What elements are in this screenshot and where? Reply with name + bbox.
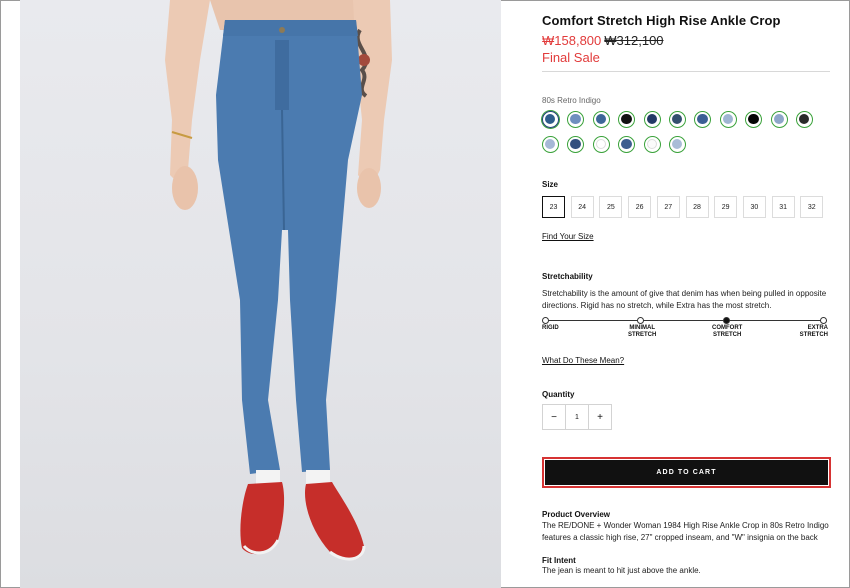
size-option-23[interactable]: 23 — [542, 196, 565, 218]
model-left-hand — [172, 166, 198, 210]
quantity-stepper: − 1 + — [542, 404, 612, 430]
color-swatch[interactable] — [643, 136, 661, 153]
tattoo-rose — [358, 54, 370, 66]
product-title: Comfort Stretch High Rise Ankle Crop — [542, 13, 781, 28]
size-option-32[interactable]: 32 — [800, 196, 824, 218]
color-swatch[interactable] — [796, 111, 813, 128]
product-overview-text: The RE/DONE + Wonder Woman 1984 High Ris… — [542, 521, 829, 542]
jeans-waistband — [223, 20, 358, 36]
stretchability-label: Stretchability — [542, 272, 593, 281]
swatch-color-fill — [773, 114, 784, 125]
size-option-30[interactable]: 30 — [742, 196, 766, 218]
color-swatch[interactable] — [542, 111, 559, 128]
what-do-these-mean-link[interactable]: What Do These Mean? — [542, 356, 624, 365]
size-option-25[interactable]: 25 — [599, 196, 623, 218]
model-illustration — [165, 0, 392, 561]
jeans-button-fly — [275, 40, 289, 110]
find-your-size-link[interactable]: Find Your Size — [542, 232, 594, 241]
swatch-color-fill — [672, 139, 683, 150]
sale-price: ₩158,800 — [542, 33, 602, 48]
final-sale-label: Final Sale — [542, 50, 600, 65]
stretch-label-extra: EXTRA STRETCH — [799, 325, 828, 338]
swatch-color-fill — [595, 114, 607, 125]
swatch-color-fill — [646, 139, 657, 150]
swatch-color-fill — [595, 139, 607, 150]
size-option-24[interactable]: 24 — [570, 196, 594, 218]
size-option-27[interactable]: 27 — [656, 196, 680, 218]
stretch-dot-comfort — [723, 317, 730, 324]
fit-intent-heading: Fit Intent — [542, 556, 576, 565]
color-swatch[interactable] — [770, 111, 788, 128]
color-swatch[interactable] — [669, 136, 686, 153]
swatch-color-fill — [697, 114, 708, 125]
color-swatch[interactable] — [592, 111, 610, 128]
model-left-arm — [165, 0, 210, 185]
quantity-input[interactable]: 1 — [565, 405, 589, 429]
size-label: Size — [542, 180, 559, 189]
color-swatch[interactable] — [643, 111, 661, 128]
selected-color-name: 80s Retro Indigo — [542, 96, 601, 105]
swatch-color-fill — [621, 139, 632, 150]
swatch-color-fill — [672, 114, 683, 125]
divider — [542, 71, 830, 72]
stretch-dot-extra — [820, 317, 827, 324]
swatch-color-fill — [545, 114, 556, 125]
quantity-increase-button[interactable]: + — [589, 405, 611, 429]
color-swatch[interactable] — [542, 136, 559, 153]
color-swatch[interactable] — [719, 111, 737, 128]
price-row: ₩158,800 ₩312,100 — [542, 33, 664, 48]
add-to-cart-highlight: ADD TO CART — [542, 457, 831, 488]
model-right-hand — [357, 168, 381, 208]
stretchability-description: Stretchability is the amount of give tha… — [542, 289, 827, 310]
stretch-dot-rigid — [542, 317, 549, 324]
swatch-color-fill — [799, 114, 810, 125]
swatch-color-fill — [646, 114, 657, 125]
add-to-cart-button[interactable]: ADD TO CART — [545, 460, 828, 485]
swatch-color-fill — [570, 114, 581, 125]
product-overview-heading: Product Overview — [542, 510, 611, 519]
quantity-label: Quantity — [542, 390, 575, 399]
swatch-color-fill — [545, 139, 556, 150]
stretch-dot-minimal — [637, 317, 644, 324]
size-option-28[interactable]: 28 — [685, 196, 709, 218]
swatch-color-fill — [570, 139, 581, 150]
stretch-label-rigid: RIGID — [542, 325, 559, 331]
size-option-26[interactable]: 26 — [628, 196, 652, 218]
right-shoe — [305, 482, 365, 560]
size-option-31[interactable]: 31 — [771, 196, 795, 218]
stretch-label-comfort: COMFORT STRETCH — [712, 325, 743, 338]
jeans-button — [279, 27, 285, 33]
stretch-label-minimal: MINIMAL STRETCH — [628, 325, 657, 338]
color-swatch[interactable] — [592, 136, 610, 153]
color-swatch[interactable] — [669, 111, 686, 128]
swatch-color-fill — [722, 114, 734, 125]
product-image[interactable] — [20, 0, 501, 588]
size-option-29[interactable]: 29 — [714, 196, 738, 218]
stretch-scale: RIGID MINIMAL STRETCH COMFORT STRETCH EXTR… — [542, 316, 830, 340]
swatch-color-fill — [621, 114, 632, 125]
stretch-scale-line — [545, 320, 827, 321]
original-price: ₩312,100 — [604, 33, 664, 48]
swatch-color-fill — [748, 114, 759, 125]
quantity-decrease-button[interactable]: − — [543, 405, 565, 429]
fit-intent-text: The jean is meant to hit just above the … — [542, 566, 701, 575]
